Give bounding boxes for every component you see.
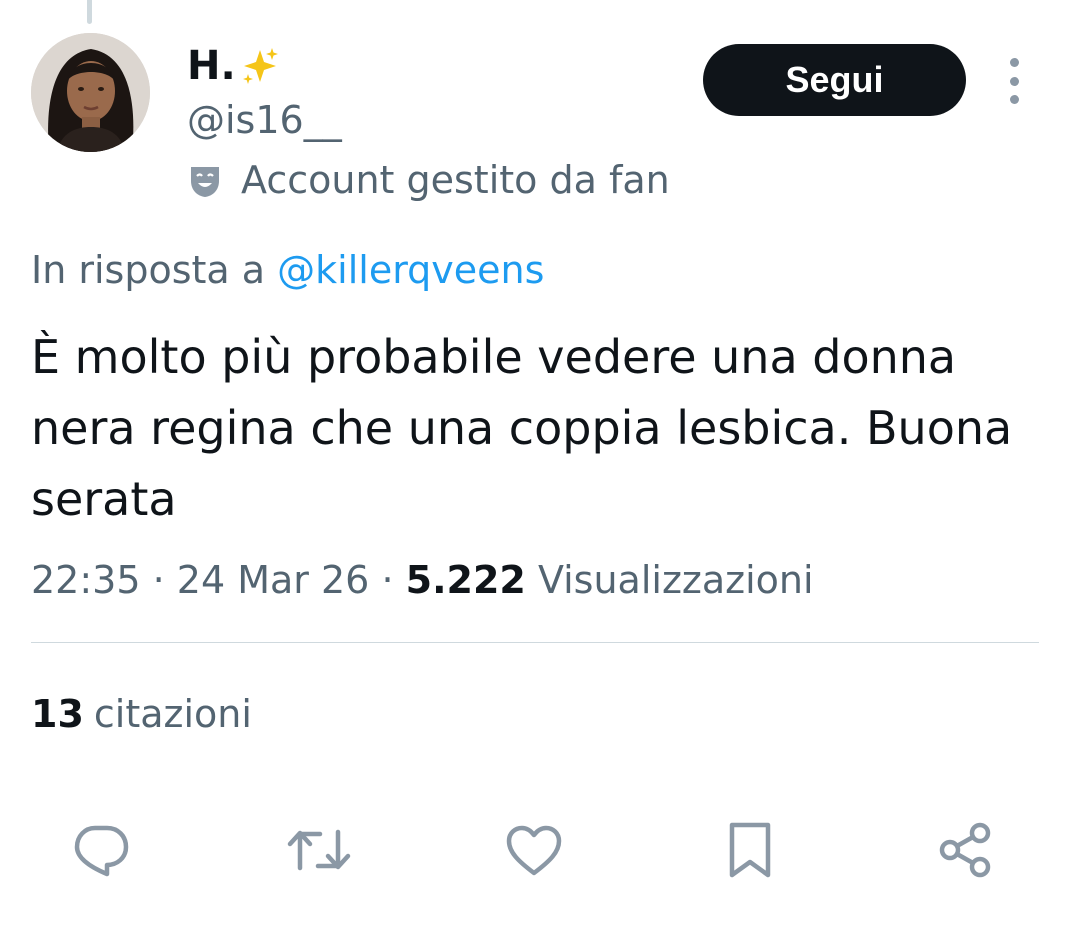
tweet-date[interactable]: 24 Mar 26 — [177, 558, 370, 602]
avatar-image — [31, 33, 150, 152]
quotes-label: citazioni — [93, 692, 252, 736]
theater-mask-icon — [187, 162, 223, 198]
more-vertical-icon[interactable] — [1000, 58, 1028, 104]
avatar[interactable] — [31, 33, 150, 152]
fan-account-label: Account gestito da fan — [187, 156, 670, 204]
share-icon[interactable] — [927, 812, 1003, 888]
quotes-link[interactable]: 13 citazioni — [31, 688, 252, 740]
reply-icon[interactable] — [63, 812, 139, 888]
tweet-time[interactable]: 22:35 — [31, 558, 141, 602]
fan-account-text: Account gestito da fan — [241, 158, 670, 202]
tweet-action-bar — [0, 812, 1069, 888]
bookmark-icon[interactable] — [712, 812, 788, 888]
reply-context: In risposta a @killerqveens — [31, 245, 544, 295]
author-handle[interactable]: @is16__ — [187, 96, 342, 144]
author-display-name[interactable]: H. — [187, 40, 280, 92]
views-count: 5.222 — [405, 558, 526, 602]
reply-prefix: In risposta a — [31, 248, 266, 292]
like-icon[interactable] — [496, 812, 572, 888]
views-label: Visualizzazioni — [537, 558, 814, 602]
retweet-icon[interactable] — [281, 812, 357, 888]
thread-connector-line — [87, 0, 92, 24]
quotes-count: 13 — [31, 692, 84, 736]
tweet-text: È molto più probabile vedere una donna n… — [31, 330, 1013, 526]
author-name-text: H. — [187, 43, 236, 89]
sparkles-icon — [240, 46, 280, 86]
meta-separator: · — [381, 558, 394, 602]
reply-mention-link[interactable]: @killerqveens — [277, 248, 544, 292]
tweet-meta: 22:35 · 24 Mar 26 · 5.222 Visualizzazion… — [31, 554, 814, 606]
meta-separator: · — [152, 558, 165, 602]
divider — [31, 642, 1039, 643]
follow-button[interactable]: Segui — [703, 44, 966, 116]
